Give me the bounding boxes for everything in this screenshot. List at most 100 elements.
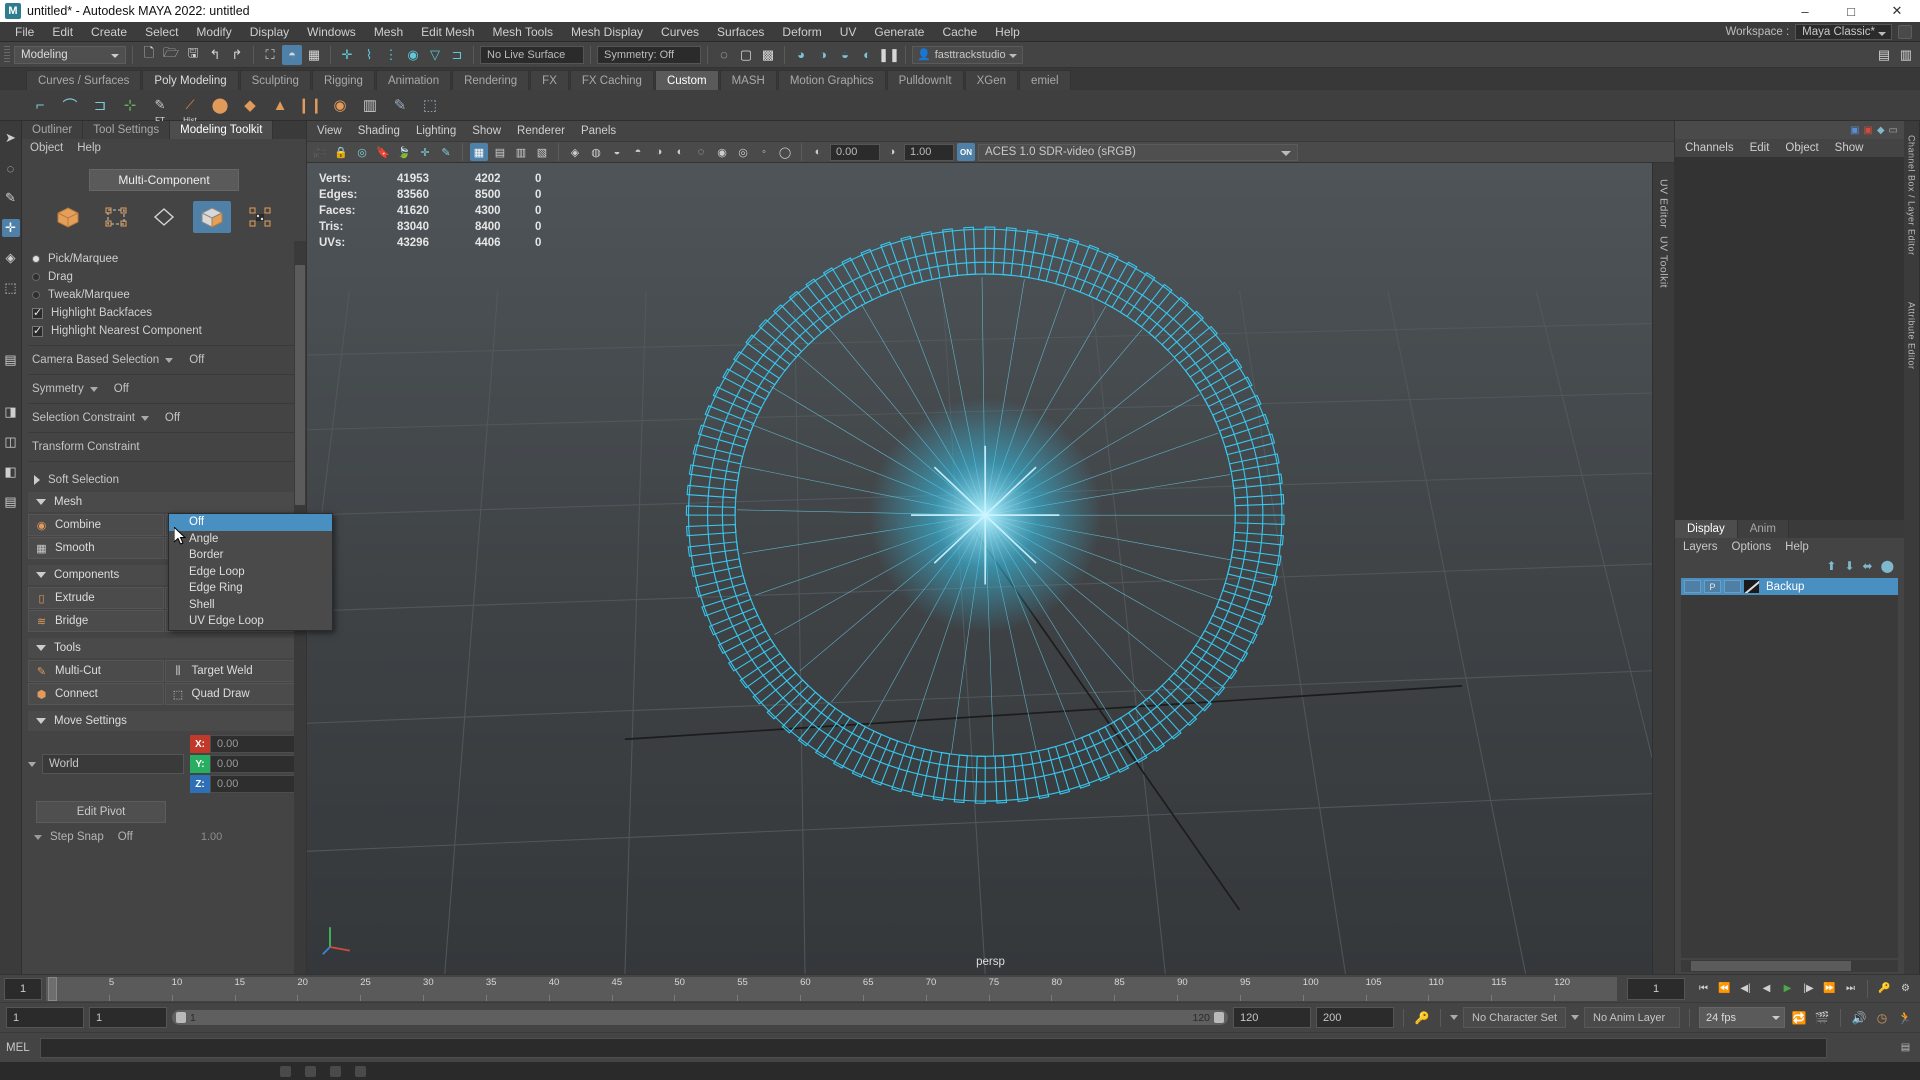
extrude-button[interactable]: ▯ Extrude xyxy=(28,587,164,609)
use-all-lights-icon[interactable]: ◐ xyxy=(671,143,689,161)
range-slider[interactable]: 1 120 xyxy=(172,1010,1229,1025)
section-header-tools[interactable]: Tools xyxy=(28,638,300,658)
layer-row-backup[interactable]: P Backup xyxy=(1681,578,1898,595)
animation-start-field[interactable]: 1 xyxy=(89,1007,167,1028)
menu-help[interactable]: Help xyxy=(986,22,1029,42)
tab-tool-settings[interactable]: Tool Settings xyxy=(83,121,171,139)
close-button[interactable]: ✕ xyxy=(1874,0,1920,22)
motion-blur-icon[interactable]: ◎ xyxy=(734,143,752,161)
axis-value-x[interactable]: 0.00 xyxy=(210,735,300,753)
option-camera-based-selection[interactable]: Camera Based Selection Off xyxy=(32,354,306,366)
chevron-down-icon[interactable] xyxy=(28,761,36,767)
chevron-down-icon[interactable] xyxy=(165,357,174,363)
bookmark-icon[interactable]: 🔖 xyxy=(374,143,392,161)
multi-component-button[interactable]: Multi-Component xyxy=(89,169,239,191)
shelf-tab-custom[interactable]: Custom xyxy=(654,70,719,90)
channel-box-icon-2[interactable]: ▣ xyxy=(1863,125,1872,136)
sidebar-toggle2-icon[interactable]: ▥ xyxy=(1896,45,1916,65)
smooth-button[interactable]: ▦ Smooth xyxy=(28,537,164,559)
quad-draw-button[interactable]: ⬚ Quad Draw xyxy=(164,683,300,705)
command-input[interactable] xyxy=(40,1037,1827,1058)
menu-curves[interactable]: Curves xyxy=(652,22,708,42)
select-hierarchy-icon[interactable]: ⛶ xyxy=(260,45,280,65)
taskbar-item[interactable] xyxy=(280,1065,291,1077)
layer-visibility-toggle[interactable] xyxy=(1684,580,1701,593)
smooth-shade-selected-icon[interactable]: ◒ xyxy=(608,143,626,161)
shelf-axis-icon[interactable]: ⊹ xyxy=(118,93,142,117)
move-layer-up-icon[interactable]: ⬆ xyxy=(1826,559,1836,573)
snap-grid-icon[interactable]: ✛ xyxy=(337,45,357,65)
checkbox-highlight-backfaces[interactable]: Highlight Backfaces xyxy=(32,306,306,319)
axis-value-z[interactable]: 0.00 xyxy=(210,775,300,793)
shelf-tab-fx-caching[interactable]: FX Caching xyxy=(569,70,654,90)
shelf-tab-fx[interactable]: FX xyxy=(530,70,569,90)
menu-edit-mesh[interactable]: Edit Mesh xyxy=(412,22,483,42)
hypershade-icon[interactable]: ◑ xyxy=(813,45,833,65)
target-weld-button[interactable]: ⫼ Target Weld xyxy=(164,660,300,682)
menu-channels[interactable]: Channels xyxy=(1685,142,1734,154)
side-tab-channel-box[interactable]: Channel Box / Layer Editor xyxy=(1907,135,1917,256)
shelf-quaddraw-icon[interactable]: ⬚ xyxy=(418,93,442,117)
wireframe-shading-icon[interactable]: ◈ xyxy=(566,143,584,161)
dropdown-item-off[interactable]: Off xyxy=(169,514,332,531)
shelf-multicut-icon[interactable]: ✎ xyxy=(388,93,412,117)
radio-tweak-marquee[interactable]: Tweak/Marquee xyxy=(32,289,306,301)
wireframe-on-shaded-icon[interactable]: ◓ xyxy=(629,143,647,161)
auto-keyframe-toggle-icon[interactable]: 🔑 xyxy=(1413,1009,1431,1027)
scrollbar-thumb[interactable] xyxy=(295,265,305,505)
tab-anim-layers[interactable]: Anim xyxy=(1737,520,1789,538)
menu-object[interactable]: Object xyxy=(1785,142,1818,154)
shelf-transfer-icon[interactable]: ⊐ xyxy=(88,93,112,117)
chevron-down-icon[interactable] xyxy=(140,415,149,421)
shelf-mirror-icon[interactable]: ⌒ xyxy=(58,93,82,117)
auto-key-icon[interactable]: 🔑 xyxy=(1876,980,1893,997)
tab-display-layers[interactable]: Display xyxy=(1675,520,1738,538)
shelf-snap-together-icon[interactable]: ⌐ xyxy=(28,93,52,117)
option-transform-constraint[interactable]: Transform Constraint xyxy=(32,441,306,453)
soft-selection-row[interactable]: Soft Selection xyxy=(34,474,306,486)
axis-value-y[interactable]: 0.00 xyxy=(210,755,300,773)
menu-file[interactable]: File xyxy=(6,22,43,42)
taskbar-item[interactable] xyxy=(330,1065,341,1077)
character-animation-icon[interactable]: 🏃 xyxy=(1896,1009,1914,1027)
loop-playback-icon[interactable]: 🔁 xyxy=(1790,1009,1808,1027)
sound-icon[interactable]: 🔊 xyxy=(1850,1009,1868,1027)
tab-modeling-toolkit[interactable]: Modeling Toolkit xyxy=(170,121,274,139)
gamma-icon[interactable]: ◑ xyxy=(883,143,901,161)
range-handle-left[interactable] xyxy=(176,1012,186,1023)
menu-options[interactable]: Options xyxy=(1732,541,1772,553)
menu-select[interactable]: Select xyxy=(136,22,187,42)
shelf-tab-curves-surfaces[interactable]: Curves / Surfaces xyxy=(26,70,142,90)
move-space-select[interactable]: World xyxy=(42,754,184,774)
two-d-pan-zoom-icon[interactable]: ✛ xyxy=(416,143,434,161)
chevron-down-icon[interactable] xyxy=(89,386,98,392)
menu-windows[interactable]: Windows xyxy=(298,22,365,42)
play-backwards-icon[interactable]: ◀ xyxy=(1758,980,1775,997)
shelf-tab-sculpting[interactable]: Sculpting xyxy=(239,70,311,90)
magnet-icon[interactable]: ⊐ xyxy=(447,45,467,65)
live-surface-field[interactable]: No Live Surface xyxy=(480,45,584,64)
scrollbar-thumb[interactable] xyxy=(1691,961,1851,971)
menu-generate[interactable]: Generate xyxy=(865,22,933,42)
anim-layer-field[interactable]: No Anim Layer xyxy=(1584,1007,1680,1028)
grid-display-icon[interactable]: ▦ xyxy=(470,143,488,161)
viewport-menu-panels[interactable]: Panels xyxy=(581,125,616,137)
go-to-end-icon[interactable]: ⏭ xyxy=(1842,980,1859,997)
polygon-cube-icon[interactable]: ◆ xyxy=(238,93,262,117)
shelf-tab-animation[interactable]: Animation xyxy=(375,70,452,90)
shelf-tab-emiel[interactable]: emiel xyxy=(1019,70,1071,90)
menu-edit[interactable]: Edit xyxy=(1750,142,1770,154)
render-sequence-icon[interactable]: ▢ xyxy=(736,45,756,65)
user-account-chip[interactable]: 👤 fasttrackstudio xyxy=(912,45,1023,64)
menu-modify[interactable]: Modify xyxy=(187,22,240,42)
viewport-menu-renderer[interactable]: Renderer xyxy=(517,125,565,137)
go-to-start-icon[interactable]: ⏮ xyxy=(1695,980,1712,997)
workspace-settings-icon[interactable] xyxy=(1898,24,1912,39)
side-tab-attribute-editor[interactable]: Attribute Editor xyxy=(1907,302,1917,370)
menu-object[interactable]: Object xyxy=(30,142,63,154)
menu-deform[interactable]: Deform xyxy=(773,22,830,42)
statusbar-grip[interactable] xyxy=(4,45,10,64)
paint-select-icon[interactable]: ✎ xyxy=(2,189,20,207)
shelf-hist-icon[interactable]: ⟋ Hist xyxy=(178,93,202,125)
playblast-icon[interactable]: 🎬 xyxy=(1813,1009,1831,1027)
